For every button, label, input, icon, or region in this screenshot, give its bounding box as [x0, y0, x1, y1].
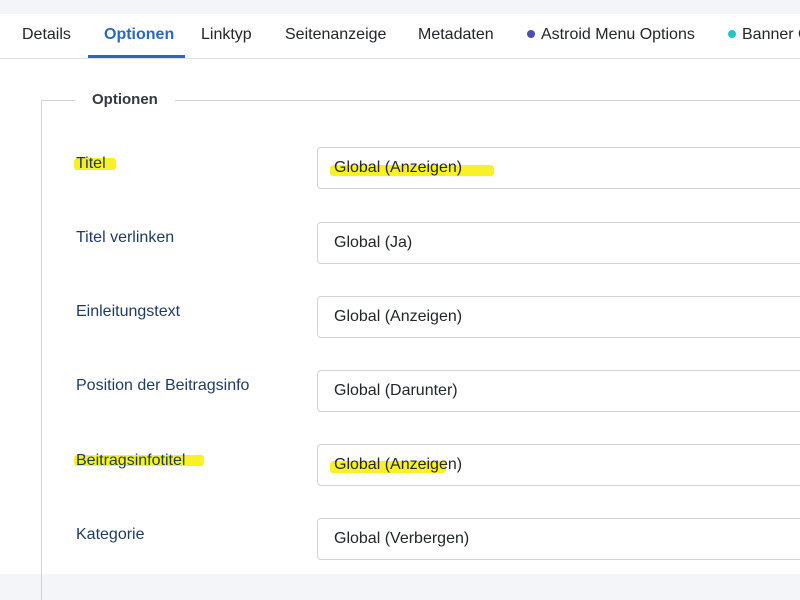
select-value: Global (Anzeigen) — [334, 159, 463, 176]
banner-dot-icon — [728, 30, 736, 38]
tab-label: Details — [22, 26, 71, 43]
tab-astroid-menu-options[interactable]: Astroid Menu Options — [527, 14, 695, 58]
tab-seitenanzeige[interactable]: Seitenanzeige — [285, 14, 386, 58]
label-text: Kategorie — [76, 526, 145, 543]
tab-label: Banner C — [742, 26, 800, 43]
field-label-beitragsinfotitel: Beitragsinfotitel — [76, 451, 185, 471]
label-text: Beitragsinfotitel — [76, 452, 186, 469]
select-value: Global (Darunter) — [334, 382, 458, 399]
select-kategorie[interactable]: Global (Verbergen) — [317, 518, 800, 560]
fieldset-legend: Optionen — [75, 89, 175, 111]
select-value: Global (Verbergen) — [334, 530, 470, 547]
select-titel-verlinken[interactable]: Global (Ja) — [317, 222, 800, 264]
label-text: Titel — [76, 155, 106, 172]
tab-banner[interactable]: Banner C — [728, 14, 800, 58]
tab-optionen[interactable]: Optionen — [104, 14, 174, 58]
select-position-beitragsinfo[interactable]: Global (Darunter) — [317, 370, 800, 412]
select-beitragsinfotitel[interactable]: Global (Anzeigen) — [317, 444, 800, 486]
field-label-position-beitragsinfo: Position der Beitragsinfo — [76, 376, 249, 396]
tab-label: Optionen — [104, 26, 175, 43]
active-tab-indicator — [88, 55, 185, 58]
tab-label: Astroid Menu Options — [541, 26, 695, 43]
select-value: Global (Ja) — [334, 234, 413, 251]
select-value: Global (Anzeigen) — [334, 456, 463, 473]
select-titel[interactable]: Global (Anzeigen) — [317, 147, 800, 189]
select-value: Global (Anzeigen) — [334, 308, 463, 325]
tab-details[interactable]: Details — [22, 14, 71, 58]
astroid-dot-icon — [527, 30, 535, 38]
field-label-titel: Titel — [76, 154, 106, 174]
field-label-einleitungstext: Einleitungstext — [76, 302, 180, 322]
tab-label: Metadaten — [418, 26, 494, 43]
tab-label: Linktyp — [201, 26, 252, 43]
select-einleitungstext[interactable]: Global (Anzeigen) — [317, 296, 800, 338]
tab-metadaten[interactable]: Metadaten — [418, 14, 494, 58]
options-panel: Optionen Titel Global (Anzeigen) Titel v… — [0, 59, 800, 600]
label-text: Titel verlinken — [76, 229, 175, 246]
tab-bar: Details Optionen Linktyp Seitenanzeige M… — [0, 14, 800, 59]
field-label-kategorie: Kategorie — [76, 525, 145, 545]
label-text: Einleitungstext — [76, 303, 181, 320]
label-text: Position der Beitragsinfo — [76, 377, 250, 394]
tab-label: Seitenanzeige — [285, 26, 387, 43]
tab-linktyp[interactable]: Linktyp — [201, 14, 252, 58]
field-label-titel-verlinken: Titel verlinken — [76, 228, 174, 248]
